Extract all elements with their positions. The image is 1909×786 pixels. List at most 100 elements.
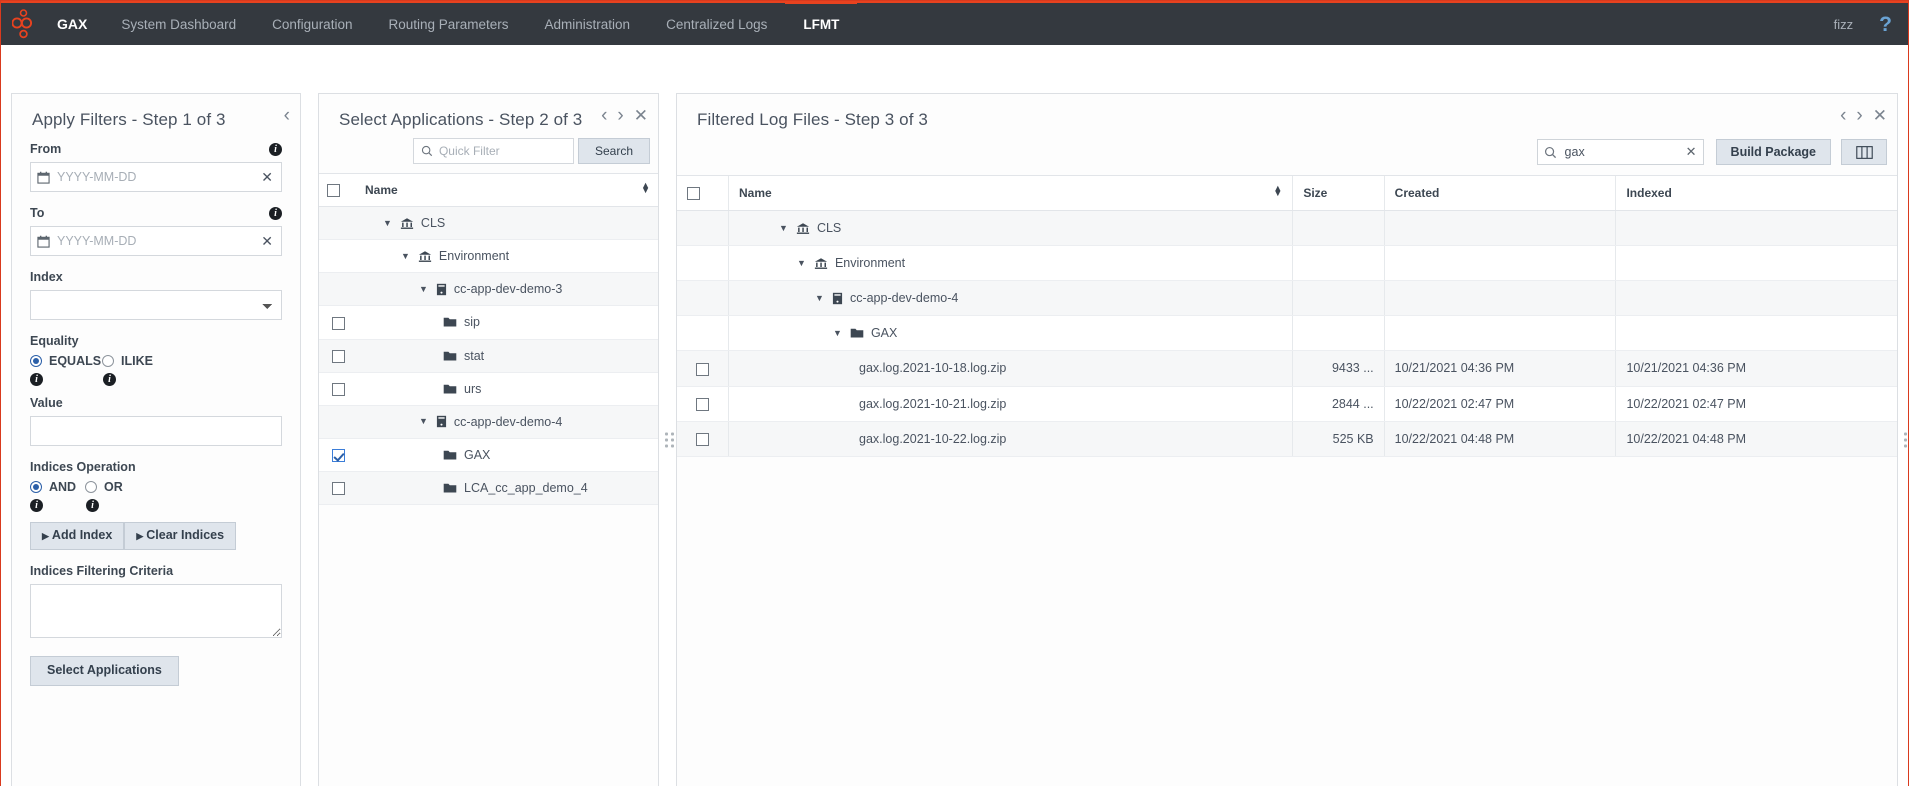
table-row[interactable]: gax.log.2021-10-18.log.zip 9433 ... 10/2… <box>677 350 1897 387</box>
panel2-toolbar: Quick Filter Search <box>319 130 658 173</box>
chevron-left-icon[interactable]: ‹ <box>1840 106 1846 125</box>
table-row[interactable]: ▼ cc-app-dev-demo-3 <box>319 272 658 307</box>
nav-item-configuration[interactable]: Configuration <box>254 3 370 45</box>
row-checkbox[interactable] <box>696 432 709 446</box>
nav-brand-gax[interactable]: GAX <box>45 3 103 45</box>
chevron-right-icon[interactable]: › <box>1856 106 1862 125</box>
radio-or[interactable]: OR <box>85 480 123 494</box>
index-select[interactable] <box>30 290 282 320</box>
tree-node-label: sip <box>464 315 480 330</box>
table-row[interactable]: gax.log.2021-10-21.log.zip 2844 ... 10/2… <box>677 386 1897 422</box>
nav-item-lfmt[interactable]: LFMT <box>785 1 858 45</box>
table-row[interactable]: stat <box>319 339 658 373</box>
and-info-icon[interactable]: i <box>30 499 43 512</box>
column-chooser-button[interactable] <box>1841 139 1887 165</box>
caret-down-icon[interactable]: ▼ <box>401 251 410 261</box>
sort-icon[interactable]: ▲ ▼ <box>641 181 650 194</box>
row-checkbox[interactable] <box>331 316 345 330</box>
select-applications-button[interactable]: Select Applications <box>30 655 179 686</box>
caret-down-icon[interactable]: ▼ <box>419 284 428 294</box>
search-icon <box>421 145 433 157</box>
table-row[interactable]: sip <box>319 305 658 340</box>
from-clear-icon[interactable]: ✕ <box>259 169 275 186</box>
table-row[interactable]: ▼ GAX <box>677 315 1897 352</box>
log-search-input[interactable]: gax ✕ <box>1536 139 1704 165</box>
clear-indices-label: Clear Indices <box>146 528 225 542</box>
name-header-cell[interactable]: Name ▲ ▼ <box>728 174 1293 212</box>
bank-icon <box>796 223 810 234</box>
select-all-checkbox[interactable] <box>687 187 700 201</box>
table-row[interactable]: gax.log.2021-10-22.log.zip 525 KB 10/22/… <box>677 421 1897 457</box>
caret-down-icon[interactable]: ▼ <box>419 417 428 426</box>
panel2-resize-handle[interactable] <box>665 432 674 448</box>
size-header-cell[interactable]: Size <box>1292 174 1385 212</box>
quick-filter-input[interactable]: Quick Filter <box>412 138 574 164</box>
caret-down-icon[interactable]: ▼ <box>833 328 842 338</box>
nav-item-administration[interactable]: Administration <box>527 3 649 45</box>
ilike-info-icon[interactable]: i <box>103 373 116 386</box>
panel2-title: Select Applications - Step 2 of 3 <box>339 110 583 129</box>
user-menu[interactable]: fizz <box>1834 17 1854 32</box>
created-header-cell[interactable]: Created <box>1383 174 1616 212</box>
build-package-button[interactable]: Build Package <box>1715 139 1831 165</box>
radio-equals[interactable]: EQUALS <box>30 354 102 368</box>
radio-ilike[interactable]: ILIKE <box>102 354 153 368</box>
radio-or-dot <box>85 481 97 493</box>
from-info-icon[interactable]: i <box>269 142 282 156</box>
table-row[interactable]: ▼ cc-app-dev-demo-4 <box>319 405 658 439</box>
tree-node-label: LCA_cc_app_demo_4 <box>464 481 588 496</box>
nav-item-centralized-logs[interactable]: Centralized Logs <box>648 3 785 45</box>
close-icon[interactable]: ✕ <box>634 107 648 124</box>
row-checkbox[interactable] <box>696 362 709 376</box>
caret-down-icon[interactable]: ▼ <box>383 218 392 228</box>
to-info-icon[interactable]: i <box>269 206 282 220</box>
table-row[interactable]: GAX <box>319 438 658 473</box>
equals-info-icon[interactable]: i <box>30 373 43 386</box>
from-date-input[interactable]: YYYY-MM-DD ✕ <box>30 162 282 192</box>
row-checkbox[interactable] <box>331 449 345 463</box>
close-icon[interactable]: ✕ <box>1873 107 1887 124</box>
genesys-logo-icon <box>12 9 33 39</box>
sort-icon[interactable]: ▲ ▼ <box>1273 184 1282 197</box>
nav-item-routing-parameters[interactable]: Routing Parameters <box>370 3 526 45</box>
indices-filtering-criteria-textarea[interactable] <box>30 583 282 638</box>
panel3-resize-handle[interactable] <box>1904 432 1909 448</box>
table-row[interactable]: LCA_cc_app_demo_4 <box>319 471 658 506</box>
table-row[interactable]: ▼ CLS <box>677 210 1897 247</box>
caret-down-icon[interactable]: ▼ <box>815 293 824 303</box>
row-checkbox[interactable] <box>331 482 345 496</box>
add-index-button[interactable]: ▶ Add Index <box>30 522 125 550</box>
table-row[interactable]: urs <box>319 372 658 406</box>
name-header-cell[interactable]: Name ▲ ▼ <box>357 172 658 208</box>
panel1-header: Apply Filters - Step 1 of 3 ‹ <box>12 94 300 130</box>
radio-and[interactable]: AND <box>30 480 85 494</box>
or-info-icon[interactable]: i <box>86 499 99 512</box>
to-date-input[interactable]: YYYY-MM-DD ✕ <box>30 226 282 256</box>
table-row[interactable]: ▼ Environment <box>677 245 1897 282</box>
search-button[interactable]: Search <box>577 138 650 164</box>
app-logo[interactable] <box>1 3 45 45</box>
caret-down-icon[interactable]: ▼ <box>797 258 806 268</box>
row-created-cell <box>1383 245 1616 282</box>
table-row[interactable]: ▼ CLS <box>319 206 658 241</box>
panel2-controls: ‹ › ✕ <box>601 106 648 125</box>
value-input[interactable] <box>30 416 282 446</box>
row-checkbox[interactable] <box>696 397 709 411</box>
chevron-left-icon[interactable]: ‹ <box>601 106 607 125</box>
help-icon[interactable]: ? <box>1879 14 1892 35</box>
row-checkbox[interactable] <box>331 382 345 396</box>
select-all-checkbox[interactable] <box>327 184 340 198</box>
folder-icon <box>443 384 457 394</box>
nav-item-system-dashboard[interactable]: System Dashboard <box>103 3 254 45</box>
table-row[interactable]: ▼ Environment <box>319 239 658 274</box>
folder-icon <box>443 483 457 493</box>
close-icon[interactable]: ✕ <box>1686 144 1697 160</box>
row-checkbox[interactable] <box>331 349 345 363</box>
clear-indices-button[interactable]: ▶ Clear Indices <box>124 522 237 550</box>
indexed-header-cell[interactable]: Indexed <box>1615 174 1897 212</box>
to-clear-icon[interactable]: ✕ <box>259 233 275 250</box>
chevron-right-icon[interactable]: › <box>617 106 623 125</box>
chevron-left-icon[interactable]: ‹ <box>284 106 290 125</box>
table-row[interactable]: ▼ cc-app-dev-demo-4 <box>677 280 1897 317</box>
caret-down-icon[interactable]: ▼ <box>779 223 788 233</box>
